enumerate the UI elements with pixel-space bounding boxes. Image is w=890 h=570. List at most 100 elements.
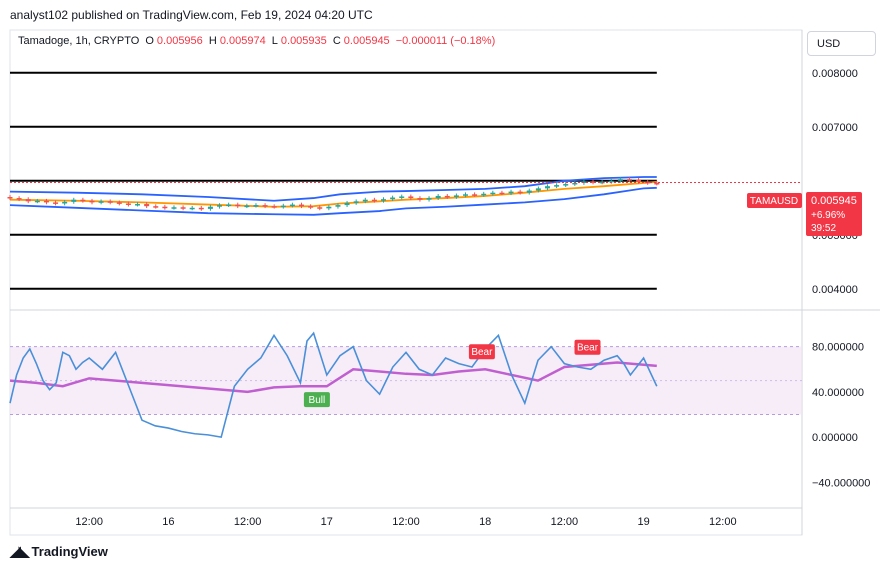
time-tick-label: 12:00 [551,516,579,528]
price-tick-label: 0.008000 [812,68,858,80]
candle-body [472,194,478,196]
bull-signal: Bull [303,392,330,408]
candle-body [453,195,459,197]
candle-body [417,198,423,200]
candle-body [299,204,305,207]
candle-body [381,199,387,201]
candle-body [435,195,441,199]
candle-body [317,207,323,209]
candle-body [53,202,59,204]
time-tick-label: 12:00 [234,516,262,528]
candle-body [171,207,177,209]
candle-body [636,179,642,182]
last-price-change: +6.96% [811,210,845,221]
price-tick-label: 0.007000 [812,122,858,134]
candle-body [162,206,168,209]
candle-body [490,192,496,195]
candle-body [390,197,396,200]
price-tag: TAMAUSD 0.005945 +6.96% 39:52 [747,192,862,236]
bar-countdown: 39:52 [811,223,836,234]
time-tick-label: 18 [479,516,491,528]
candle-body [371,199,377,202]
candle-body [308,206,314,208]
candle-body [362,199,368,202]
time-axis: 12:00 16 12:00 17 12:00 18 12:00 19 12:00 [75,516,736,528]
oscillator-tick-label: 0.000000 [812,432,858,444]
candle-body [399,196,405,198]
time-tick-label: 12:00 [75,516,103,528]
oscillator-tick-label: −40.000000 [812,477,870,489]
last-price-value: 0.005945 [811,195,857,207]
oscillator-pane: 80.000000 40.000000 0.000000 −40.000000 Bull… [9,331,870,489]
candle-body [217,205,223,207]
candle-body [244,205,250,208]
candle-body [207,206,213,209]
candle-body [462,194,468,196]
candle-body [517,191,523,194]
candle-body [344,202,350,206]
time-tick-label: 19 [637,516,649,528]
candle-body [544,186,550,189]
candle-body [7,197,13,199]
candle-body [43,200,49,203]
candle-body [71,199,77,202]
signal-label-text: Bull [309,395,326,406]
candle-body [180,207,186,209]
candle-body [262,205,268,207]
candle-body [508,191,514,194]
candle-body [125,203,131,205]
candle-body [198,207,204,210]
candle-body [271,206,277,208]
price-tick-label: 0.004000 [812,284,858,296]
candle-body [280,205,286,208]
candle-body [34,200,40,203]
candle-body [535,188,541,191]
candle-body [499,192,505,195]
oscillator-tick-label: 40.000000 [812,387,864,399]
bear-signal: Bear [574,339,601,355]
signal-label-text: Bear [471,347,493,358]
candle-body [353,201,359,203]
tradingview-logo-text: TradingView [31,544,108,559]
candle-body [226,204,232,207]
candle-body [335,205,341,207]
candle-body [153,206,159,208]
symbol-tag-text: TAMAUSD [750,196,798,207]
candle-body [25,199,31,202]
candle-body [253,205,259,207]
candle-body [408,196,414,199]
candle-body [563,184,569,186]
time-tick-label: 16 [162,516,174,528]
signal-label-text: Bear [577,343,599,354]
main-pane: 0.0080000.0070000.0050000.004000 [7,68,858,296]
price-chart[interactable]: 0.0080000.0070000.0050000.004000 80.0000… [0,0,890,570]
candle-body [235,204,241,207]
time-tick-label: 12:00 [709,516,737,528]
candle-body [135,204,141,206]
candle-body [89,200,95,203]
tradingview-logo[interactable]: ◢◣ TradingView [10,543,108,560]
candle-body [189,207,195,210]
candle-body [572,182,578,185]
candle-body [444,195,450,198]
tradingview-logo-icon: ◢◣ [10,543,29,559]
candle-body [98,201,104,203]
time-tick-label: 17 [321,516,333,528]
candle-body [144,204,150,207]
candle-body [617,179,623,181]
candle-body [554,185,560,187]
bear-signal: Bear [468,344,495,360]
candle-body [326,206,332,209]
candle-body [481,193,487,196]
time-tick-label: 12:00 [392,516,420,528]
candle-body [526,190,532,193]
oscillator-tick-label: 80.000000 [812,342,864,354]
candle-body [62,201,68,204]
chart-frame [9,29,803,536]
candle-body [16,198,22,200]
candle-body [107,201,113,203]
candle-body [654,182,660,185]
candle-body [116,202,122,204]
candle-body [289,204,295,207]
candle-body [80,199,86,202]
